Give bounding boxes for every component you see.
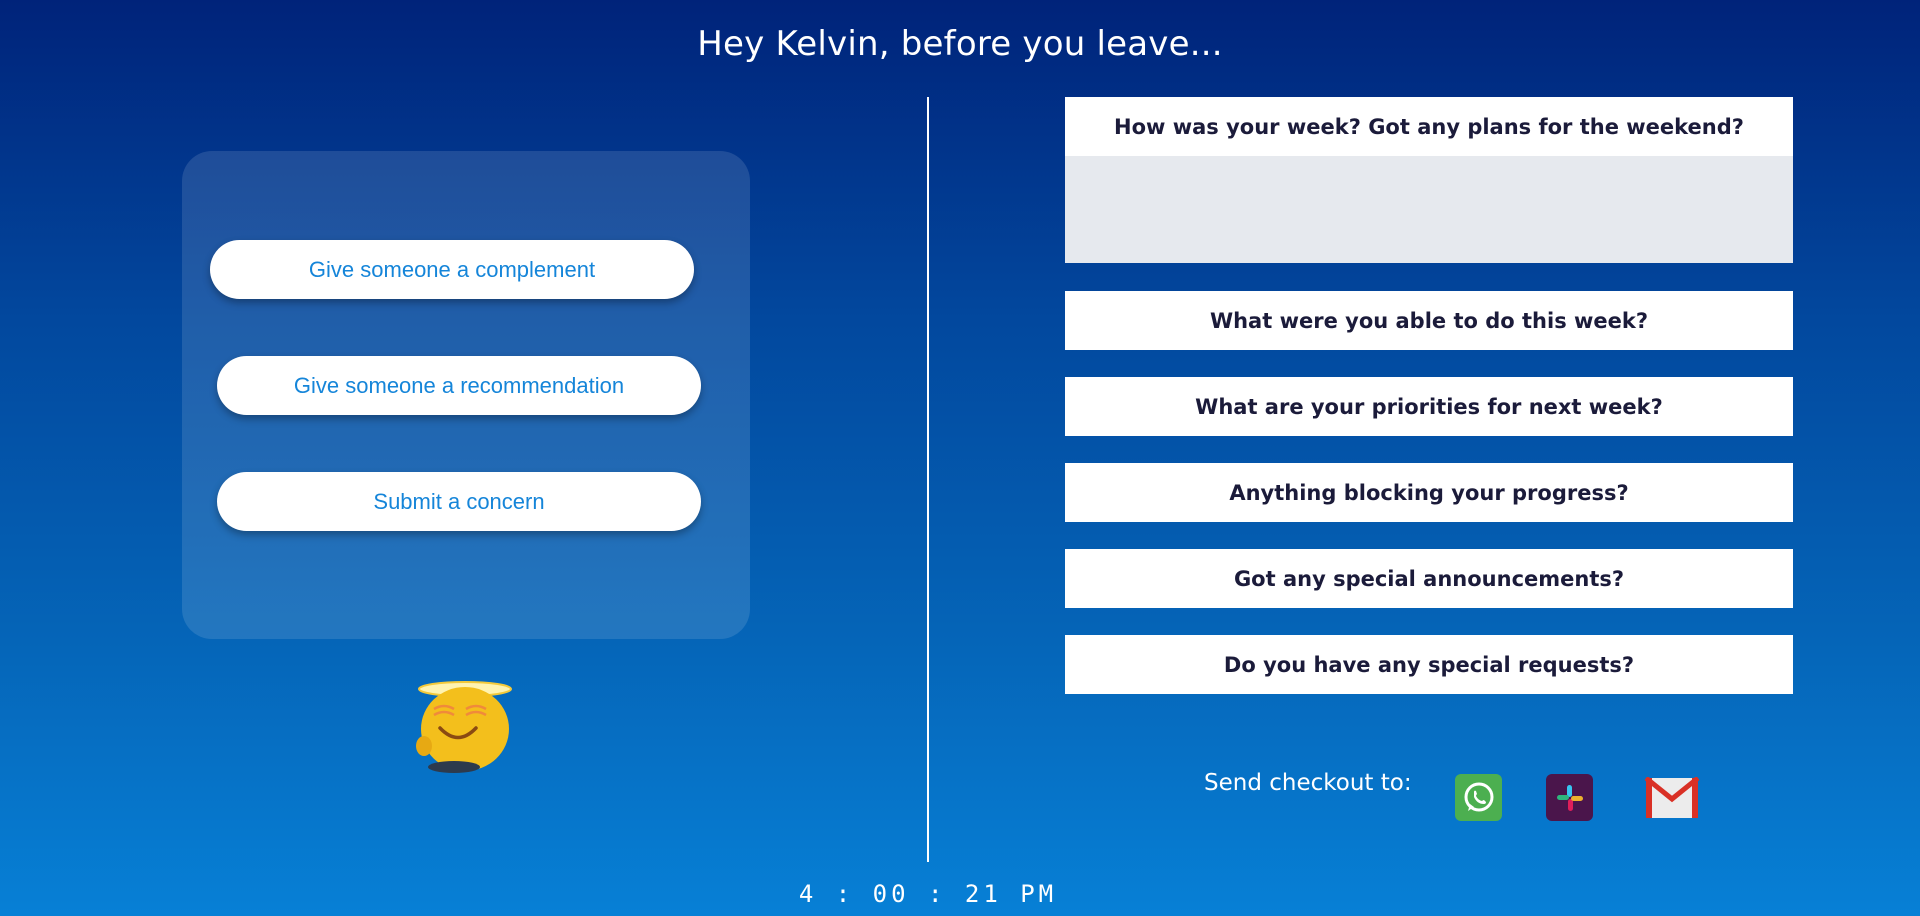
question-label: What were you able to do this week? xyxy=(1209,308,1649,333)
question-label: How was your week? Got any plans for the… xyxy=(1114,114,1744,139)
give-complement-button[interactable]: Give someone a complement xyxy=(210,240,694,299)
slack-icon[interactable] xyxy=(1546,774,1593,821)
question-label: Anything blocking your progress? xyxy=(1229,480,1629,505)
question-label: Do you have any special requests? xyxy=(1223,652,1635,677)
gmail-icon[interactable] xyxy=(1645,774,1699,821)
clock-display: 4 : 00 : 21 PM xyxy=(798,880,1058,908)
question-item-requests[interactable]: Do you have any special requests? xyxy=(1065,635,1793,694)
question-label: What are your priorities for next week? xyxy=(1195,394,1663,419)
page-title: Hey Kelvin, before you leave... xyxy=(697,24,1223,64)
send-checkout-row: Send checkout to: xyxy=(1204,770,1412,796)
question-item-accomplishments[interactable]: What were you able to do this week? xyxy=(1065,291,1793,350)
question-label: Got any special announcements? xyxy=(1233,566,1625,591)
submit-concern-button[interactable]: Submit a concern xyxy=(217,472,701,531)
give-recommendation-button[interactable]: Give someone a recommendation xyxy=(217,356,701,415)
question-item-blockers[interactable]: Anything blocking your progress? xyxy=(1065,463,1793,522)
question-item-priorities[interactable]: What are your priorities for next week? xyxy=(1065,377,1793,436)
weekend-answer-input[interactable] xyxy=(1065,156,1793,263)
question-card-weekend: How was your week? Got any plans for the… xyxy=(1065,97,1793,263)
send-checkout-label: Send checkout to: xyxy=(1204,770,1412,796)
vertical-divider xyxy=(927,97,929,862)
halo-smile-emoji-icon xyxy=(414,679,514,779)
question-item-announcements[interactable]: Got any special announcements? xyxy=(1065,549,1793,608)
whatsapp-icon[interactable] xyxy=(1455,774,1502,821)
quick-actions-panel: Give someone a complement Give someone a… xyxy=(182,151,750,639)
